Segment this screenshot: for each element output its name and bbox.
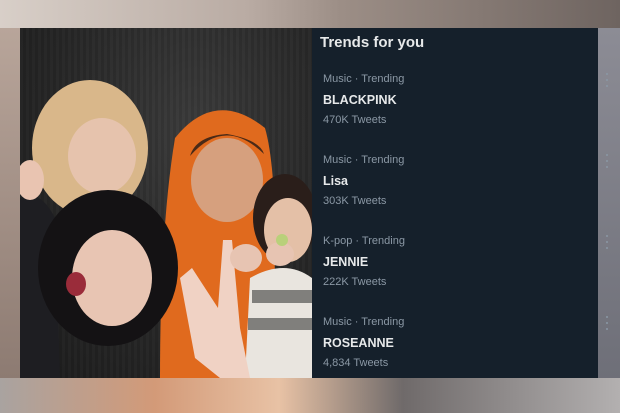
trends-panel: Trends for you Music · Trending BLACKPIN… [312,28,608,378]
blurred-backdrop-right [598,28,620,378]
blurred-backdrop-left [0,28,20,378]
blurred-backdrop-top [0,0,620,28]
trend-count: 303K Tweets [323,195,387,207]
trend-count: 470K Tweets [323,114,387,126]
trend-item[interactable]: Music · Trending BLACKPINK 470K Tweets [323,73,608,143]
trend-name: ROSEANNE [323,336,394,350]
trend-meta: Music · Trending [323,73,405,85]
trend-name: Lisa [323,174,349,188]
trend-meta: Music · Trending [323,154,405,166]
trend-meta: K-pop · Trending [323,235,405,247]
group-photo [20,28,312,378]
more-vertical-icon[interactable] [605,73,609,87]
trend-name: JENNIE [323,255,369,269]
trend-count: 4,834 Tweets [323,357,389,369]
trend-item[interactable]: Music · Trending ROSEANNE 4,834 Tweets [323,316,608,386]
more-vertical-icon[interactable] [605,235,609,249]
more-vertical-icon[interactable] [605,316,609,330]
trend-item[interactable]: K-pop · Trending JENNIE 222K Tweets [323,235,608,305]
trend-count: 222K Tweets [323,276,387,288]
trends-title: Trends for you [320,34,425,51]
more-vertical-icon[interactable] [605,154,609,168]
trend-item[interactable]: Music · Trending Lisa 303K Tweets [323,154,608,224]
trend-meta: Music · Trending [323,316,405,328]
trend-name: BLACKPINK [323,93,397,107]
